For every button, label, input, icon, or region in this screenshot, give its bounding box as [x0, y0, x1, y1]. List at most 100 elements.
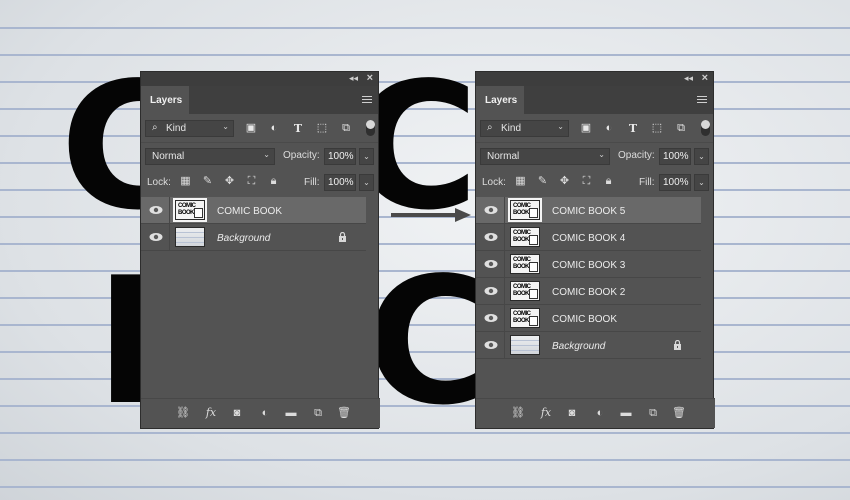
type-filter-icon[interactable]: T — [291, 122, 305, 135]
adjustment-filter-icon[interactable]: ◐ — [267, 122, 281, 135]
layer-name[interactable]: COMIC BOOK 2 — [552, 287, 625, 298]
filter-toggle[interactable] — [701, 120, 710, 136]
layer-name[interactable]: COMIC BOOK — [552, 314, 617, 325]
lock-position-icon[interactable]: ✥ — [558, 175, 571, 188]
visibility-eye-icon[interactable] — [484, 340, 498, 350]
image-filter-icon[interactable]: ▣ — [579, 122, 593, 135]
layer-row[interactable]: COMIC BOOK COMIC BOOK 3 — [476, 251, 701, 278]
visibility-eye-icon[interactable] — [484, 313, 498, 323]
panel-menu-icon[interactable] — [697, 96, 707, 105]
visibility-eye-icon[interactable] — [484, 205, 498, 215]
opacity-dropdown-icon[interactable]: ⌄ — [694, 148, 709, 165]
layer-row[interactable]: COMIC BOOK COMIC BOOK — [141, 197, 366, 224]
layer-row[interactable]: Background — [141, 224, 366, 251]
close-icon[interactable]: × — [367, 72, 373, 84]
layer-name[interactable]: Background — [217, 233, 270, 244]
shape-filter-icon[interactable]: ⬚ — [650, 122, 664, 135]
fx-icon[interactable]: fx — [204, 406, 218, 420]
background-thumbnail — [175, 227, 205, 247]
search-icon: ⌕ — [152, 122, 158, 133]
layer-name[interactable]: COMIC BOOK 4 — [552, 233, 625, 244]
background-thumbnail — [510, 335, 540, 355]
visibility-eye-icon[interactable] — [149, 205, 163, 215]
shape-filter-icon[interactable]: ⬚ — [315, 122, 329, 135]
lock-all-icon[interactable]: 🔒︎ — [602, 175, 615, 188]
folder-icon[interactable]: ▬ — [284, 406, 298, 420]
filter-toggle[interactable] — [366, 120, 375, 136]
chevron-down-icon: ⌄ — [557, 122, 564, 131]
visibility-eye-icon[interactable] — [149, 232, 163, 242]
layer-row[interactable]: COMIC BOOK COMIC BOOK 2 — [476, 278, 701, 305]
layer-name[interactable]: COMIC BOOK — [217, 206, 282, 217]
trash-icon[interactable]: 🗑︎ — [672, 406, 686, 420]
visibility-eye-icon[interactable] — [484, 232, 498, 242]
layer-row[interactable]: COMIC BOOK COMIC BOOK 4 — [476, 224, 701, 251]
new-layer-icon[interactable]: ⧉ — [646, 406, 660, 420]
chevron-down-icon: ⌄ — [222, 122, 229, 131]
fill-label: Fill: — [304, 177, 320, 188]
panel-tabbar: Layers — [141, 86, 378, 114]
blend-mode-select[interactable]: Normal ⌄ — [145, 148, 275, 165]
tab-layers[interactable]: Layers — [476, 86, 524, 114]
panel-titlebar: ◂◂ × — [141, 72, 378, 86]
lock-artboard-icon[interactable]: ⛶ — [245, 175, 258, 188]
lock-image-pixels-icon[interactable]: ✎ — [536, 175, 549, 188]
adjustment-layer-icon[interactable]: ◐ — [593, 406, 607, 420]
fill-dropdown-icon[interactable]: ⌄ — [359, 174, 374, 191]
panel-menu-icon[interactable] — [362, 96, 372, 105]
collapse-icon[interactable]: ◂◂ — [684, 73, 693, 84]
fill-dropdown-icon[interactable]: ⌄ — [694, 174, 709, 191]
close-icon[interactable]: × — [702, 72, 708, 84]
search-icon: ⌕ — [487, 122, 493, 133]
kind-filter-select[interactable]: ⌕ Kind ⌄ — [145, 120, 234, 137]
layers-panel-before: ◂◂ × Layers ⌕ Kind ⌄ ▣ ◐ T ⬚ ⧉ Normal ⌄ … — [140, 71, 380, 429]
tab-layers[interactable]: Layers — [141, 86, 189, 114]
collapse-icon[interactable]: ◂◂ — [349, 73, 358, 84]
visibility-eye-icon[interactable] — [484, 286, 498, 296]
panel-footer: ⛓ fx ◙ ◐ ▬ ⧉ 🗑︎ — [476, 398, 715, 428]
opacity-input[interactable]: 100% — [659, 148, 691, 165]
fill-input[interactable]: 100% — [659, 174, 691, 191]
opacity-input[interactable]: 100% — [324, 148, 356, 165]
lock-label: Lock: — [147, 177, 171, 188]
link-layers-icon[interactable]: ⛓ — [176, 406, 190, 420]
layer-row[interactable]: COMIC BOOK COMIC BOOK 5 — [476, 197, 701, 224]
layer-thumbnail: COMIC BOOK — [510, 254, 540, 274]
layer-thumbnail: COMIC BOOK — [508, 198, 542, 222]
fx-icon[interactable]: fx — [539, 406, 553, 420]
fill-label: Fill: — [639, 177, 655, 188]
adjustment-layer-icon[interactable]: ◐ — [258, 406, 272, 420]
layer-name[interactable]: COMIC BOOK 3 — [552, 260, 625, 271]
kind-filter-select[interactable]: ⌕ Kind ⌄ — [480, 120, 569, 137]
blend-mode-select[interactable]: Normal ⌄ — [480, 148, 610, 165]
folder-icon[interactable]: ▬ — [619, 406, 633, 420]
lock-all-icon[interactable]: 🔒︎ — [267, 175, 280, 188]
visibility-eye-icon[interactable] — [484, 259, 498, 269]
smart-object-badge-icon — [529, 235, 538, 245]
lock-transparent-pixels-icon[interactable]: ▦ — [514, 175, 527, 188]
add-mask-icon[interactable]: ◙ — [565, 406, 579, 420]
type-filter-icon[interactable]: T — [626, 122, 640, 135]
image-filter-icon[interactable]: ▣ — [244, 122, 258, 135]
trash-icon[interactable]: 🗑︎ — [337, 406, 351, 420]
layer-name[interactable]: COMIC BOOK 5 — [552, 206, 625, 217]
blend-mode-value: Normal — [487, 151, 520, 162]
lock-transparent-pixels-icon[interactable]: ▦ — [179, 175, 192, 188]
lock-position-icon[interactable]: ✥ — [223, 175, 236, 188]
new-layer-icon[interactable]: ⧉ — [311, 406, 325, 420]
smart-object-filter-icon[interactable]: ⧉ — [339, 122, 353, 135]
layer-name[interactable]: Background — [552, 341, 605, 352]
fill-input[interactable]: 100% — [324, 174, 356, 191]
add-mask-icon[interactable]: ◙ — [230, 406, 244, 420]
opacity-dropdown-icon[interactable]: ⌄ — [359, 148, 374, 165]
lock-image-pixels-icon[interactable]: ✎ — [201, 175, 214, 188]
smart-object-filter-icon[interactable]: ⧉ — [674, 122, 688, 135]
adjustment-filter-icon[interactable]: ◐ — [602, 122, 616, 135]
smart-object-badge-icon — [529, 316, 538, 326]
link-layers-icon[interactable]: ⛓ — [511, 406, 525, 420]
layer-row[interactable]: Background — [476, 332, 701, 359]
lock-row: Lock: ▦ ✎ ✥ ⛶ 🔒︎ Fill: 100% ⌄ — [476, 168, 713, 196]
layers-list: COMIC BOOK COMIC BOOK Background — [141, 197, 366, 251]
lock-artboard-icon[interactable]: ⛶ — [580, 175, 593, 188]
layer-row[interactable]: COMIC BOOK COMIC BOOK — [476, 305, 701, 332]
